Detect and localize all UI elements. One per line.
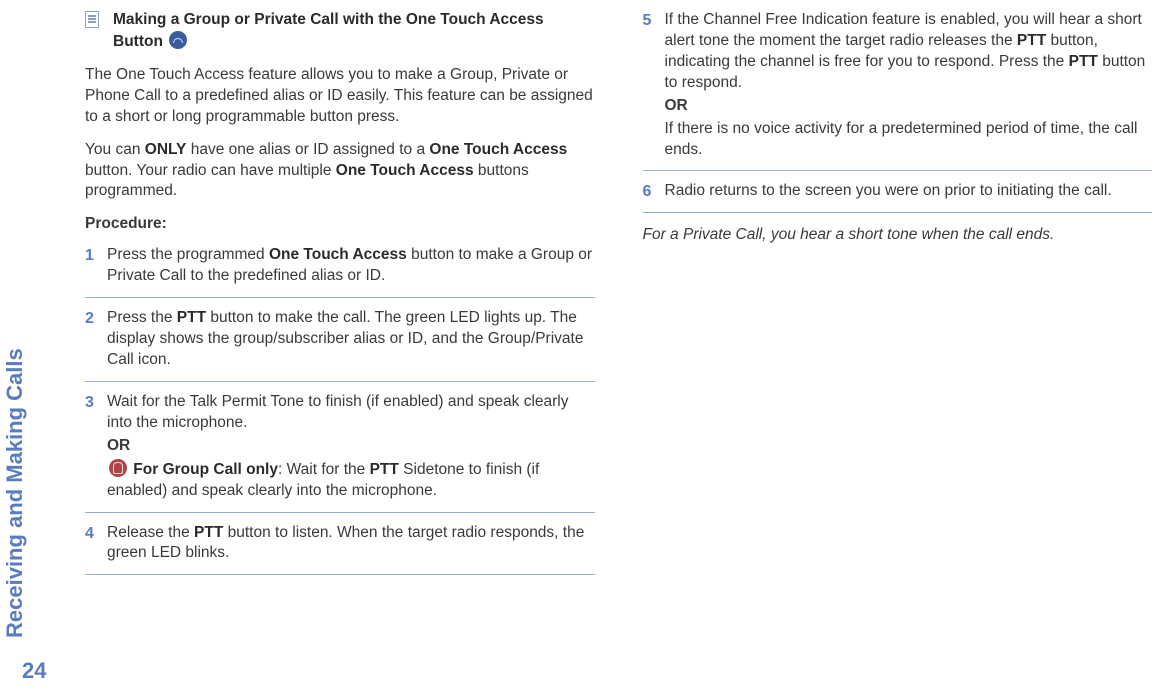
bold-text: One Touch Access — [429, 141, 567, 158]
one-touch-access-icon — [169, 31, 187, 49]
text: Release the — [107, 524, 194, 541]
intro-paragraph-1: The One Touch Access feature allows you … — [85, 65, 595, 128]
step-6: Radio returns to the screen you were on … — [643, 181, 1153, 213]
bold-text: One Touch Access — [269, 246, 407, 263]
sidebar: Receiving and Making Calls 24 — [8, 0, 68, 698]
text: You can — [85, 141, 145, 158]
page-number: 24 — [22, 658, 46, 684]
step-3: Wait for the Talk Permit Tone to finish … — [85, 392, 595, 513]
step-5: If the Channel Free Indication feature i… — [643, 10, 1153, 171]
text: If there is no voice activity for a pred… — [665, 120, 1138, 158]
bold-text: PTT — [1017, 32, 1046, 49]
procedure-label: Procedure: — [85, 214, 595, 235]
bold-text: PTT — [370, 461, 399, 478]
text: have one alias or ID assigned to a — [186, 141, 429, 158]
bold-text: PTT — [1069, 53, 1098, 70]
text: Press the — [107, 309, 177, 326]
section-heading: Making a Group or Private Call with the … — [85, 10, 595, 53]
or-label: OR — [107, 436, 595, 457]
text: Wait for the Talk Permit Tone to finish … — [107, 393, 569, 431]
step-2: Press the PTT button to make the call. T… — [85, 308, 595, 382]
document-icon — [85, 11, 99, 28]
text: : Wait for the — [278, 461, 370, 478]
bold-text: One Touch Access — [336, 162, 474, 179]
or-label: OR — [665, 96, 1153, 117]
group-call-icon — [109, 459, 127, 477]
text: Radio returns to the screen you were on … — [665, 182, 1112, 199]
step-1: Press the programmed One Touch Access bu… — [85, 245, 595, 298]
bold-text: ONLY — [145, 141, 187, 158]
step-4: Release the PTT button to listen. When t… — [85, 523, 595, 576]
text: button. Your radio can have multiple — [85, 162, 336, 179]
text: Press the programmed — [107, 246, 269, 263]
bold-text: PTT — [177, 309, 206, 326]
chapter-title: Receiving and Making Calls — [2, 348, 28, 638]
bold-text: For Group Call only — [129, 461, 278, 478]
page-content: Making a Group or Private Call with the … — [85, 10, 1152, 678]
bold-text: PTT — [194, 524, 223, 541]
closing-note: For a Private Call, you hear a short ton… — [643, 225, 1153, 246]
intro-paragraph-2: You can ONLY have one alias or ID assign… — [85, 140, 595, 203]
